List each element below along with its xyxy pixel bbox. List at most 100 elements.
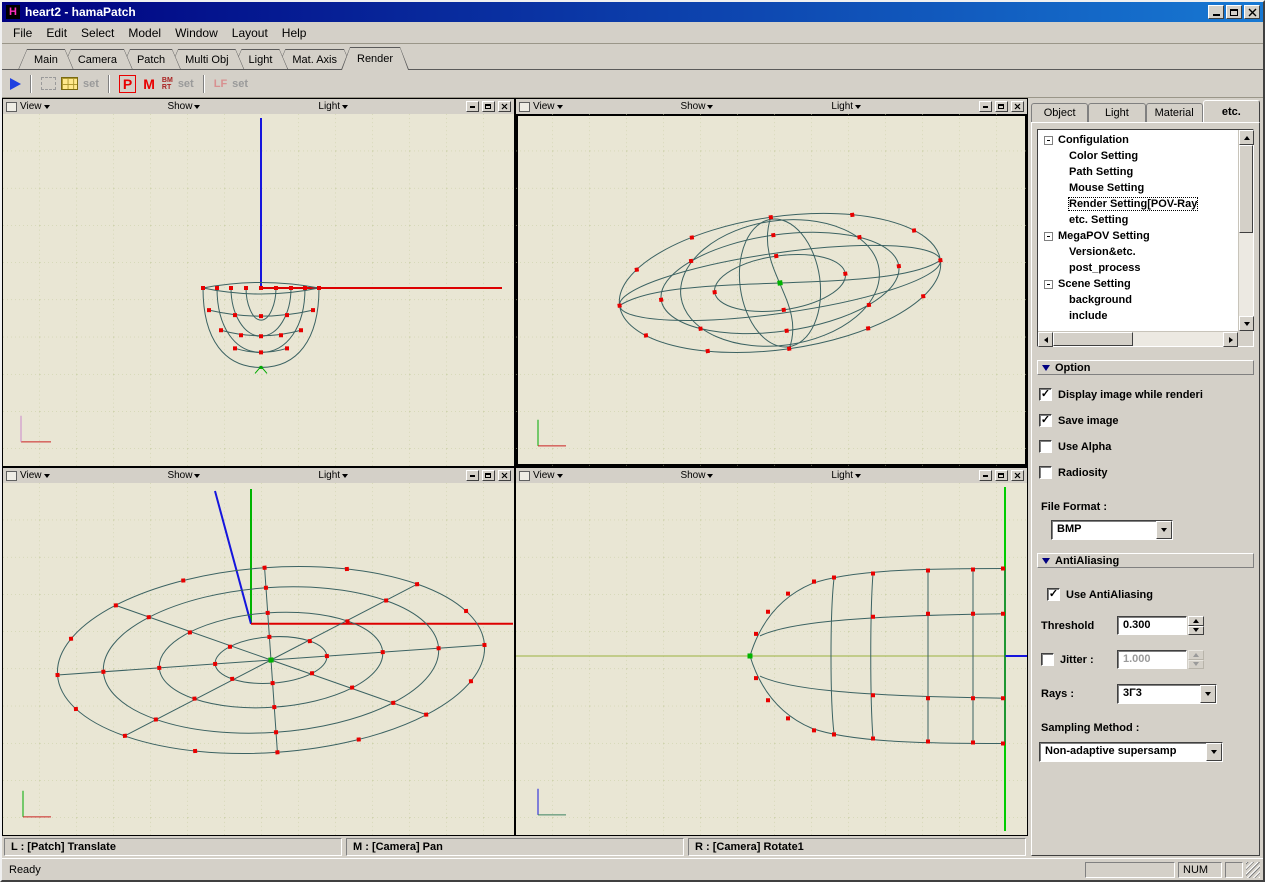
view-menu[interactable]: View (20, 101, 50, 112)
scroll-left-button[interactable] (1038, 332, 1053, 347)
marquee-select-icon[interactable] (41, 77, 56, 90)
tree-item-include[interactable]: include (1042, 308, 1238, 324)
menu-layout[interactable]: Layout (225, 23, 275, 43)
jitter-row: Jitter : 1.000 (1037, 650, 1254, 669)
tree-item-version-etc[interactable]: Version&etc. (1042, 244, 1238, 260)
option-section-header[interactable]: Option (1037, 360, 1254, 375)
threshold-spinner[interactable] (1188, 616, 1204, 635)
show-menu[interactable]: Show (167, 101, 200, 112)
tree-item-path-setting[interactable]: Path Setting (1042, 164, 1238, 180)
scroll-thumb[interactable] (1239, 145, 1253, 233)
tab-light[interactable]: Light (1088, 103, 1145, 122)
resize-grip[interactable] (1246, 862, 1260, 878)
viewport-minimize-button[interactable] (466, 470, 479, 481)
antialiasing-section-header[interactable]: AntiAliasing (1037, 553, 1254, 568)
tree-item-scene-setting[interactable]: Scene Setting (1042, 276, 1238, 292)
viewport-minimize-button[interactable] (466, 101, 479, 112)
tree-item-post-process[interactable]: post_process (1042, 260, 1238, 276)
tree-item-render-setting[interactable]: Render Setting[POV-Ray (1042, 196, 1238, 212)
rays-select[interactable]: 3Γ3 (1117, 684, 1217, 704)
menu-model[interactable]: Model (121, 23, 168, 43)
view-menu[interactable]: View (533, 470, 563, 481)
collapse-icon[interactable] (1044, 280, 1053, 289)
tree-item-background[interactable]: background (1042, 292, 1238, 308)
menu-edit[interactable]: Edit (39, 23, 74, 43)
menu-help[interactable]: Help (275, 23, 314, 43)
tab-render[interactable]: Render (341, 47, 409, 70)
dropdown-button[interactable] (1156, 521, 1172, 539)
scroll-thumb[interactable] (1053, 332, 1133, 346)
sampling-method-select[interactable]: Non-adaptive supersamp (1039, 742, 1223, 762)
viewport-side: View Show Light (516, 468, 1027, 835)
scroll-track[interactable] (1239, 145, 1253, 316)
show-menu[interactable]: Show (680, 470, 713, 481)
render-play-button[interactable] (10, 78, 21, 90)
menu-file[interactable]: File (6, 23, 39, 43)
viewport-maximize-button[interactable] (995, 101, 1008, 112)
viewport-canvas-side[interactable] (516, 483, 1027, 835)
viewport-close-button[interactable] (498, 470, 511, 481)
menu-window[interactable]: Window (168, 23, 225, 43)
megapov-button[interactable]: M (141, 76, 157, 92)
light-menu[interactable]: Light (318, 470, 348, 481)
scroll-right-button[interactable] (1223, 332, 1238, 347)
viewport-close-button[interactable] (498, 101, 511, 112)
viewport-maximize-button[interactable] (482, 470, 495, 481)
close-button[interactable] (1244, 5, 1260, 19)
tab-object[interactable]: Object (1031, 103, 1088, 122)
use-antialiasing-checkbox[interactable]: ✓ (1047, 588, 1060, 601)
pov-button[interactable]: P (119, 75, 136, 93)
scroll-down-button[interactable] (1239, 316, 1254, 331)
viewport-top: View Show Light (3, 468, 514, 835)
spin-down-button[interactable] (1188, 626, 1204, 636)
tab-main[interactable]: Main (18, 49, 74, 70)
file-format-select[interactable]: BMP (1051, 520, 1173, 540)
light-menu[interactable]: Light (831, 101, 861, 112)
maximize-button[interactable] (1226, 5, 1242, 19)
dropdown-button[interactable] (1200, 685, 1216, 703)
tree-horizontal-scrollbar[interactable] (1038, 331, 1238, 346)
threshold-field[interactable]: 0.300 (1117, 616, 1187, 635)
menu-select[interactable]: Select (74, 23, 121, 43)
tree-item-color-setting[interactable]: Color Setting (1042, 148, 1238, 164)
light-menu[interactable]: Light (318, 101, 348, 112)
viewport-type-icon (6, 471, 17, 481)
collapse-icon[interactable] (1044, 136, 1053, 145)
show-menu[interactable]: Show (167, 470, 200, 481)
view-menu[interactable]: View (20, 470, 50, 481)
viewport-close-button[interactable] (1011, 470, 1024, 481)
lf-button[interactable]: LF (214, 78, 227, 90)
light-menu[interactable]: Light (831, 470, 861, 481)
collapse-icon[interactable] (1044, 232, 1053, 241)
dropdown-button[interactable] (1206, 743, 1222, 761)
view-menu[interactable]: View (533, 101, 563, 112)
tree-item-etc-setting[interactable]: etc. Setting (1042, 212, 1238, 228)
viewport-minimize-button[interactable] (979, 470, 992, 481)
use-alpha-checkbox[interactable] (1039, 440, 1052, 453)
save-image-checkbox[interactable]: ✓ (1039, 414, 1052, 427)
bm-rt-button[interactable]: BM RT (162, 77, 173, 91)
display-image-checkbox[interactable]: ✓ (1039, 388, 1052, 401)
scroll-track[interactable] (1053, 332, 1223, 346)
tree-item-megapov-setting[interactable]: MegaPOV Setting (1042, 228, 1238, 244)
tab-material[interactable]: Material (1146, 103, 1203, 122)
render-grid-icon[interactable] (61, 77, 78, 90)
viewport-maximize-button[interactable] (995, 470, 1008, 481)
viewport-minimize-button[interactable] (979, 101, 992, 112)
tree-item-mouse-setting[interactable]: Mouse Setting (1042, 180, 1238, 196)
show-menu[interactable]: Show (680, 101, 713, 112)
jitter-checkbox[interactable] (1041, 653, 1054, 666)
radiosity-checkbox[interactable] (1039, 466, 1052, 479)
tree-item-configulation[interactable]: Configulation (1042, 132, 1238, 148)
tree-vertical-scrollbar[interactable] (1238, 130, 1253, 331)
viewport-canvas-perspective[interactable] (516, 114, 1027, 466)
viewport-maximize-button[interactable] (482, 101, 495, 112)
viewport-canvas-front[interactable] (3, 114, 514, 466)
spin-up-button[interactable] (1188, 616, 1204, 626)
minimize-button[interactable] (1208, 5, 1224, 19)
tab-etc[interactable]: etc. (1203, 100, 1260, 122)
viewport-close-button[interactable] (1011, 101, 1024, 112)
viewport-canvas-top[interactable] (3, 483, 514, 835)
scroll-up-button[interactable] (1239, 130, 1254, 145)
jitter-spinner (1188, 650, 1204, 669)
